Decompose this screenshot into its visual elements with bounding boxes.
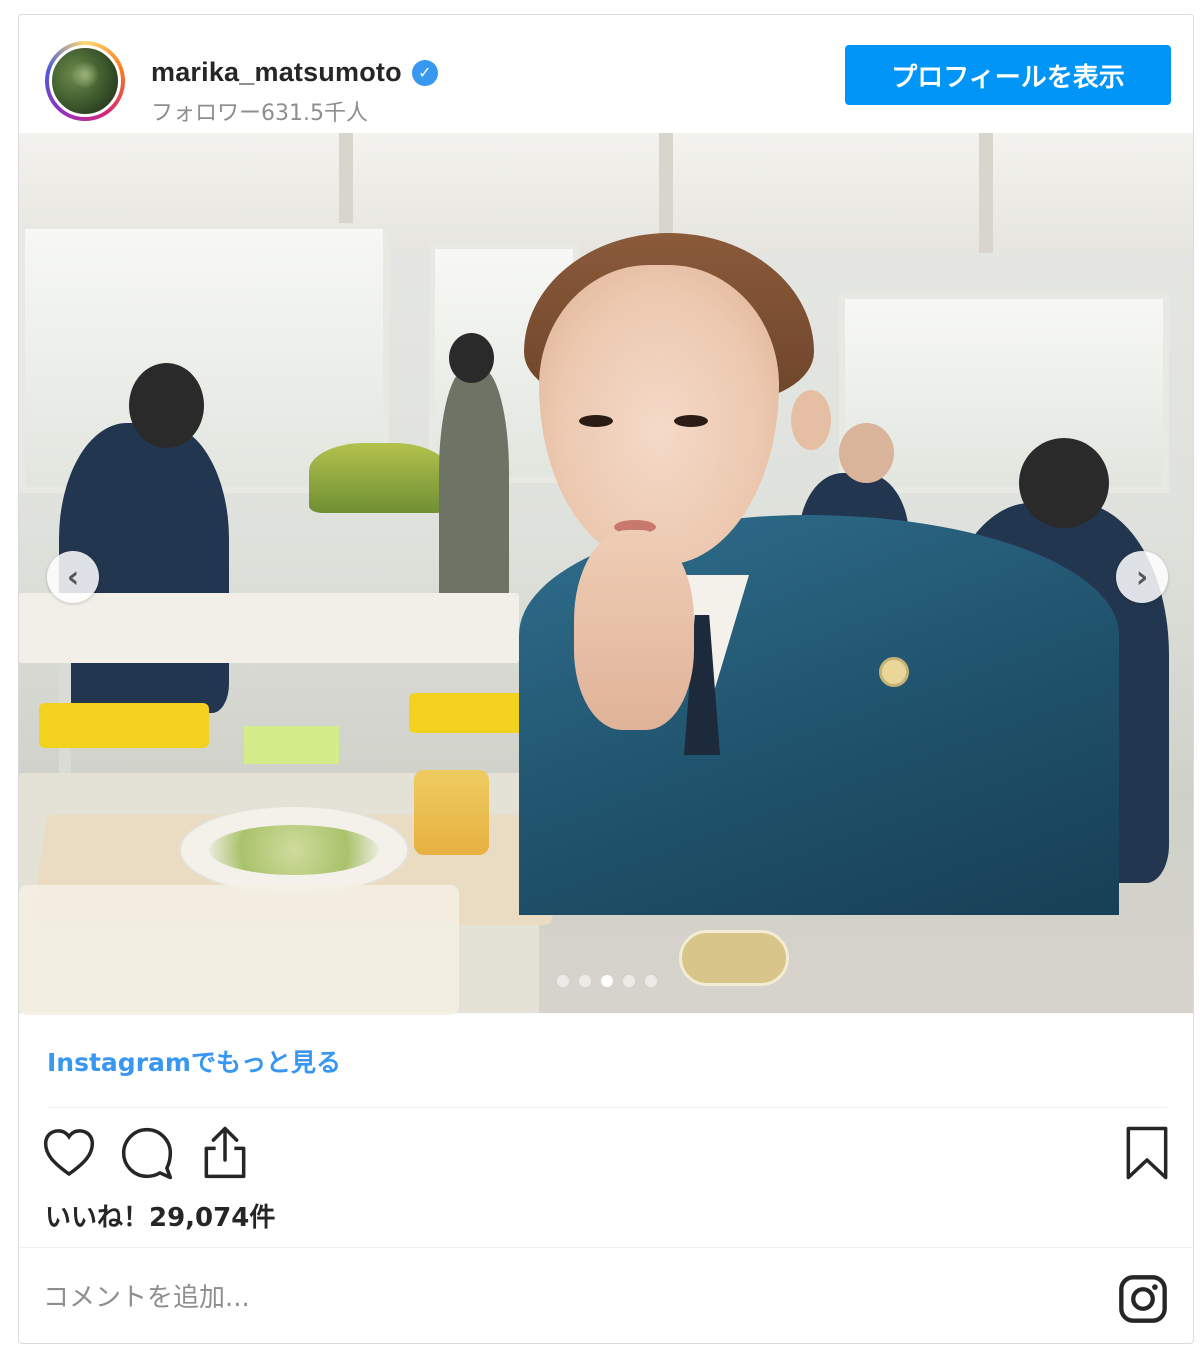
- photo-subject-hand: [574, 530, 694, 730]
- like-count[interactable]: いいね！29,074件: [45, 1197, 275, 1234]
- photo-person-head: [1019, 438, 1109, 528]
- carousel-dot: [645, 975, 657, 987]
- divider: [47, 1107, 1167, 1108]
- carousel-dot: [601, 975, 613, 987]
- carousel-dot: [557, 975, 569, 987]
- photo-plant: [309, 443, 449, 513]
- follower-count: フォロワー631.5千人: [151, 101, 368, 126]
- photo-subject-badge: [679, 930, 789, 986]
- carousel-dot: [579, 975, 591, 987]
- add-comment-input[interactable]: [43, 1273, 1103, 1323]
- photo-subject-eye: [674, 415, 708, 427]
- instagram-logo-icon[interactable]: [1117, 1273, 1169, 1329]
- chevron-left-icon: ‹: [66, 559, 80, 595]
- carousel-indicator: [557, 975, 657, 987]
- comment-icon: [121, 1127, 173, 1180]
- instagram-embed-card: marika_matsumoto ✓ フォロワー631.5千人 プロフィールを表…: [18, 14, 1194, 1344]
- avatar-ring[interactable]: [45, 41, 125, 121]
- avatar[interactable]: [49, 45, 121, 117]
- carousel-dot: [623, 975, 635, 987]
- photo-drink: [414, 770, 489, 855]
- verified-badge-icon: ✓: [411, 59, 438, 86]
- photo-sign: [244, 726, 339, 764]
- username-row: marika_matsumoto ✓: [151, 57, 438, 88]
- carousel-next-button[interactable]: ›: [1116, 551, 1168, 603]
- photo-person-head: [449, 333, 494, 383]
- view-profile-button[interactable]: プロフィールを表示: [845, 45, 1171, 105]
- post-header: marika_matsumoto ✓ フォロワー631.5千人 プロフィールを表…: [19, 15, 1193, 133]
- photo-person-head: [129, 363, 204, 448]
- view-more-on-instagram-link[interactable]: Instagramでもっと見る: [47, 1043, 341, 1079]
- photo-salad: [209, 825, 379, 875]
- divider: [19, 1247, 1193, 1248]
- chevron-right-icon: ›: [1135, 559, 1149, 595]
- share-button[interactable]: [197, 1125, 253, 1185]
- username[interactable]: marika_matsumoto: [151, 57, 402, 88]
- photo-subject-ear: [791, 390, 831, 450]
- share-icon: [204, 1126, 246, 1179]
- bookmark-icon: [1126, 1126, 1168, 1180]
- photo-subject-eye: [579, 415, 613, 427]
- comment-button[interactable]: [119, 1125, 175, 1185]
- photo-chair: [39, 703, 209, 748]
- carousel-prev-button[interactable]: ‹: [47, 551, 99, 603]
- heart-icon: [43, 1129, 95, 1177]
- save-button[interactable]: [1119, 1125, 1175, 1185]
- photo-beam: [979, 133, 993, 253]
- photo-table: [19, 593, 519, 663]
- photo-person: [439, 368, 509, 628]
- photo-wrapped-food: [19, 885, 459, 1015]
- photo-person-head: [839, 423, 894, 483]
- photo-subject-pin: [879, 657, 909, 687]
- like-button[interactable]: [41, 1125, 97, 1185]
